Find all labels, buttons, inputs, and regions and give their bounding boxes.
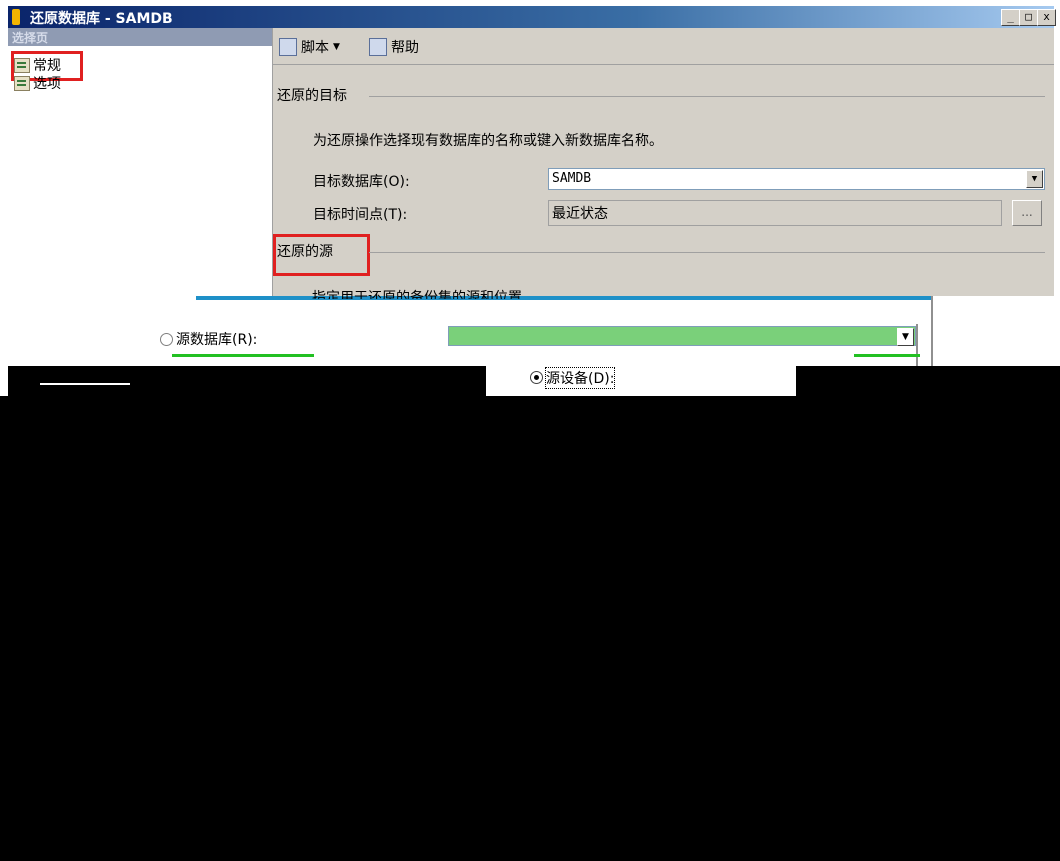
chevron-down-icon[interactable]: ▼: [1026, 170, 1043, 188]
highlight-box: [273, 234, 370, 276]
source-description: 指定用于还原的备份集的源和位置: [312, 290, 522, 306]
glitched-render-area: 指定用于还原的备份集的源和位置 源数据库(R): ▼ 源设备(D):: [0, 290, 1060, 396]
destination-description: 为还原操作选择现有数据库的名称或键入新数据库名称。: [313, 133, 663, 149]
unrendered-area: [0, 396, 1060, 861]
minimize-button[interactable]: _: [1001, 9, 1020, 26]
sidebar-item-label: 选项: [33, 76, 61, 92]
target-db-combo[interactable]: SAMDB ▼: [548, 168, 1045, 190]
page-icon: [14, 75, 30, 91]
close-button[interactable]: x: [1037, 9, 1056, 26]
help-label: 帮助: [391, 40, 419, 56]
section-divider: [369, 96, 1045, 97]
database-icon: [12, 9, 20, 25]
browse-time-button[interactable]: ...: [1012, 200, 1042, 226]
target-time-value: 最近状态: [552, 206, 608, 222]
help-button[interactable]: 帮助: [369, 37, 419, 57]
chevron-down-icon: ▼: [333, 42, 340, 52]
select-page-header: 选择页: [8, 28, 272, 46]
source-db-combo[interactable]: ▼: [448, 326, 916, 346]
source-device-label: 源设备(D):: [544, 367, 616, 389]
select-page-header-label: 选择页: [12, 31, 49, 45]
render-artifact: [196, 296, 931, 300]
chevron-down-icon[interactable]: ▼: [897, 328, 914, 346]
script-button[interactable]: 脚本 ▼: [279, 37, 340, 57]
source-device-radio[interactable]: [530, 371, 543, 384]
window-title: 还原数据库 - SAMDB: [30, 11, 173, 27]
toolbar: 脚本 ▼ 帮助: [273, 28, 1054, 65]
general-page: 脚本 ▼ 帮助 还原的目标 为还原操作选择现有数据库的名称或键入新数据库名称。 …: [273, 28, 1054, 296]
target-time-field: 最近状态: [548, 200, 1002, 226]
render-artifact: [40, 383, 130, 385]
script-icon: [279, 38, 297, 56]
target-time-label: 目标时间点(T):: [313, 207, 408, 223]
render-artifact: [8, 366, 486, 396]
script-label: 脚本: [301, 40, 329, 56]
section-divider: [369, 252, 1045, 253]
green-highlight: [172, 354, 314, 357]
maximize-button[interactable]: □: [1019, 9, 1038, 26]
help-icon: [369, 38, 387, 56]
target-db-value: SAMDB: [552, 171, 592, 186]
green-highlight: [854, 354, 920, 357]
target-db-label: 目标数据库(O):: [313, 174, 410, 190]
sidebar-item-options[interactable]: 选项: [14, 74, 61, 92]
select-page-pane: 选择页 常规 选项: [8, 28, 273, 296]
destination-section-title: 还原的目标: [277, 88, 347, 104]
title-bar: 还原数据库 - SAMDB _ □ x: [8, 6, 1056, 28]
source-db-radio[interactable]: [160, 333, 173, 346]
render-artifact: [796, 366, 1060, 396]
source-db-label: 源数据库(R):: [176, 332, 258, 348]
